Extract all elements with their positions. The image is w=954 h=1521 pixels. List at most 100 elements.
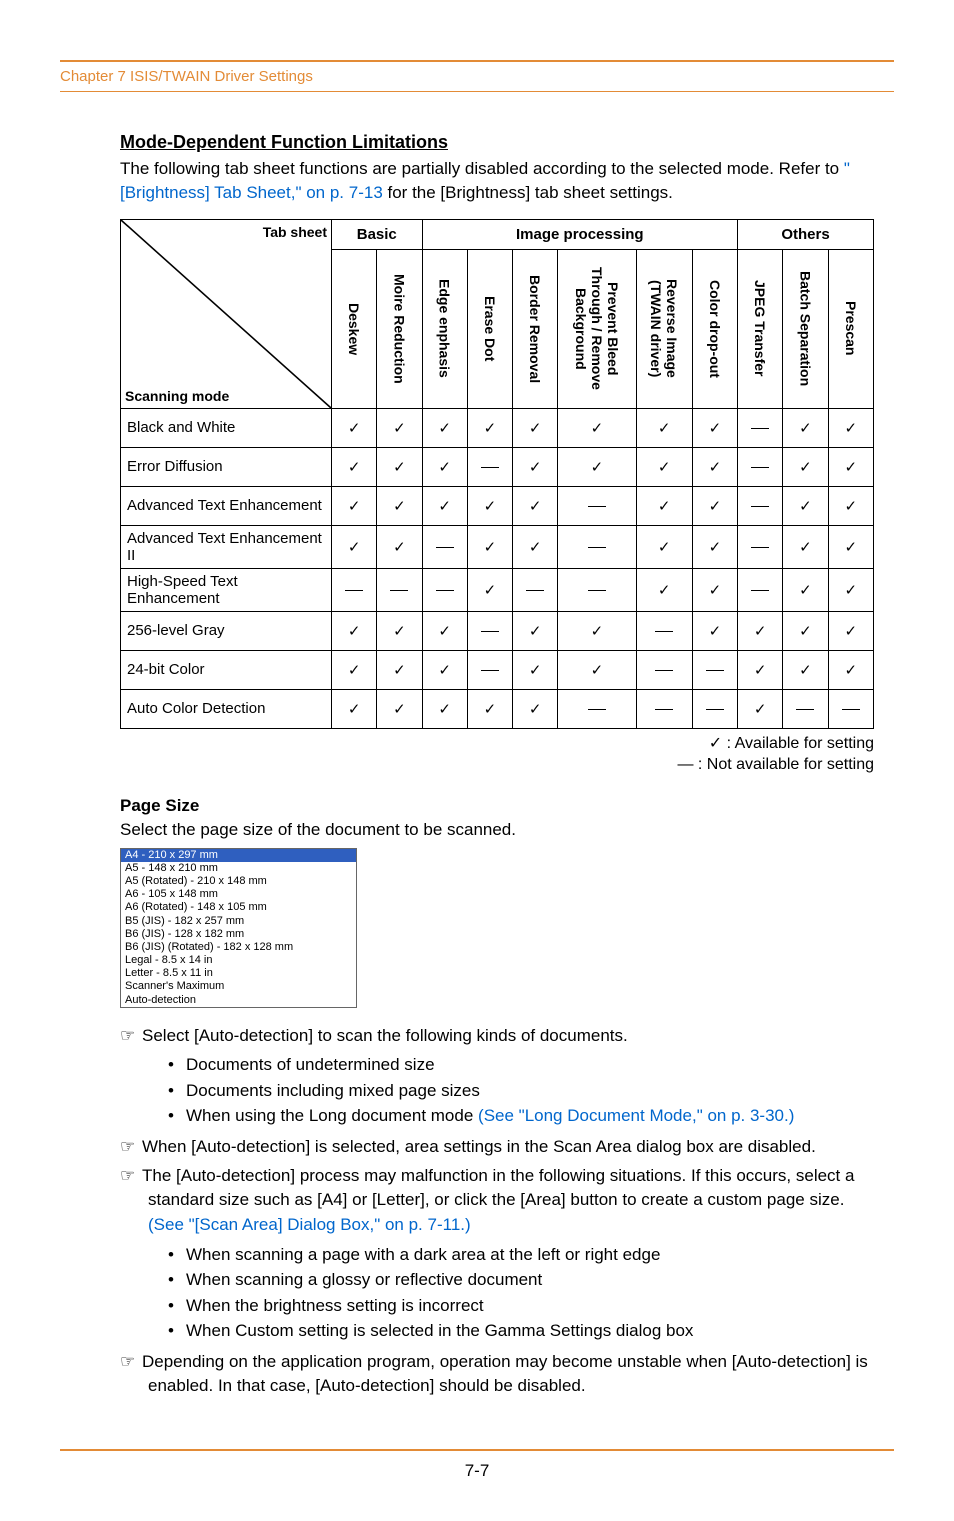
row-label: Advanced Text Enhancement II (121, 525, 332, 568)
matrix-cell: ✓ (783, 486, 828, 525)
column-header: Edge enphasis (422, 249, 467, 408)
function-matrix-table: Tab sheet Scanning mode Basic Image proc… (120, 219, 874, 729)
matrix-cell (513, 568, 558, 611)
matrix-cell (692, 689, 737, 728)
matrix-cell: ✓ (422, 689, 467, 728)
matrix-cell: ✓ (783, 525, 828, 568)
column-header: Prescan (828, 249, 873, 408)
page-size-option: A6 (Rotated) - 148 x 105 mm (121, 901, 356, 914)
page-size-option: Scanner's Maximum (121, 980, 356, 993)
row-label: Advanced Text Enhancement (121, 486, 332, 525)
matrix-cell: ✓ (636, 486, 692, 525)
matrix-cell: ✓ (377, 486, 422, 525)
pointer-icon: ☞ (120, 1164, 142, 1189)
note-1-bullets: Documents of undetermined size Documents… (168, 1052, 874, 1129)
col-group-image: Image processing (422, 219, 738, 249)
bullet: When the brightness setting is incorrect (168, 1293, 874, 1319)
matrix-cell (377, 568, 422, 611)
bullet: Documents including mixed page sizes (168, 1078, 874, 1104)
matrix-cell: ✓ (692, 408, 737, 447)
bullet-text: When using the Long document mode (186, 1106, 478, 1125)
matrix-cell: ✓ (636, 568, 692, 611)
table-legend: ✓ : Available for setting — : Not availa… (120, 733, 874, 776)
page-size-option: B5 (JIS) - 182 x 257 mm (121, 915, 356, 928)
matrix-cell: ✓ (783, 568, 828, 611)
page-size-option: Letter - 8.5 x 11 in (121, 967, 356, 980)
matrix-cell: ✓ (422, 408, 467, 447)
note-3-text: The [Auto-detection] process may malfunc… (142, 1166, 854, 1210)
legend-available: ✓ : Available for setting (120, 733, 874, 755)
matrix-cell: ✓ (783, 650, 828, 689)
column-header: Erase Dot (467, 249, 512, 408)
corner-bottom-label: Scanning mode (125, 388, 229, 404)
column-header: Border Removal (513, 249, 558, 408)
matrix-cell: ✓ (377, 689, 422, 728)
table-row: Advanced Text Enhancement✓✓✓✓✓✓✓✓✓ (121, 486, 874, 525)
table-row: Auto Color Detection✓✓✓✓✓✓ (121, 689, 874, 728)
matrix-cell: ✓ (692, 568, 737, 611)
page-size-option: Legal - 8.5 x 14 in (121, 954, 356, 967)
matrix-cell (467, 611, 512, 650)
matrix-cell: ✓ (828, 568, 873, 611)
matrix-cell: ✓ (422, 650, 467, 689)
page-size-option: A6 - 105 x 148 mm (121, 888, 356, 901)
matrix-cell (738, 568, 783, 611)
page-size-listbox: A4 - 210 x 297 mmA5 - 148 x 210 mmA5 (Ro… (120, 848, 357, 1008)
matrix-cell: ✓ (783, 611, 828, 650)
page-size-option: A5 - 148 x 210 mm (121, 862, 356, 875)
matrix-cell: ✓ (513, 486, 558, 525)
note-1: ☞Select [Auto-detection] to scan the fol… (120, 1024, 874, 1049)
matrix-cell: ✓ (692, 486, 737, 525)
row-label: 256-level Gray (121, 611, 332, 650)
column-header: Prevent Bleed Through / Remove Backgroun… (558, 249, 636, 408)
matrix-cell: ✓ (422, 486, 467, 525)
matrix-cell: ✓ (377, 447, 422, 486)
pointer-icon: ☞ (120, 1135, 142, 1160)
column-header: Reverse Image (TWAIN driver) (636, 249, 692, 408)
bullet: When scanning a page with a dark area at… (168, 1242, 874, 1268)
table-row: Black and White✓✓✓✓✓✓✓✓✓✓ (121, 408, 874, 447)
matrix-cell (636, 650, 692, 689)
matrix-cell: ✓ (332, 486, 377, 525)
table-row: 256-level Gray✓✓✓✓✓✓✓✓✓ (121, 611, 874, 650)
table-row: High-Speed Text Enhancement✓✓✓✓✓ (121, 568, 874, 611)
row-label: High-Speed Text Enhancement (121, 568, 332, 611)
page-size-option: B6 (JIS) (Rotated) - 182 x 128 mm (121, 941, 356, 954)
col-group-others: Others (738, 219, 874, 249)
matrix-cell: ✓ (513, 447, 558, 486)
matrix-cell: ✓ (467, 408, 512, 447)
note-3: ☞The [Auto-detection] process may malfun… (120, 1164, 874, 1238)
matrix-cell (422, 525, 467, 568)
table-row: Error Diffusion✓✓✓✓✓✓✓✓✓ (121, 447, 874, 486)
page-number: 7-7 (60, 1449, 894, 1481)
matrix-cell: ✓ (828, 408, 873, 447)
matrix-cell: ✓ (332, 689, 377, 728)
matrix-cell (783, 689, 828, 728)
matrix-cell: ✓ (558, 408, 636, 447)
matrix-cell: ✓ (558, 650, 636, 689)
page-size-desc: Select the page size of the document to … (120, 818, 874, 842)
bullet: When scanning a glossy or reflective doc… (168, 1267, 874, 1293)
matrix-cell: ✓ (377, 650, 422, 689)
matrix-cell: ✓ (422, 447, 467, 486)
column-header: Batch Separation (783, 249, 828, 408)
matrix-cell: ✓ (332, 447, 377, 486)
scan-area-link[interactable]: (See "[Scan Area] Dialog Box," on p. 7-1… (148, 1215, 471, 1234)
matrix-cell: ✓ (377, 408, 422, 447)
long-doc-link[interactable]: (See "Long Document Mode," on p. 3-30.) (478, 1106, 794, 1125)
matrix-cell (558, 525, 636, 568)
note-3-bullets: When scanning a page with a dark area at… (168, 1242, 874, 1344)
matrix-cell (558, 689, 636, 728)
matrix-cell: ✓ (513, 408, 558, 447)
matrix-cell (692, 650, 737, 689)
matrix-cell (636, 611, 692, 650)
matrix-cell: ✓ (422, 611, 467, 650)
matrix-cell: ✓ (332, 611, 377, 650)
matrix-cell (558, 568, 636, 611)
bullet: Documents of undetermined size (168, 1052, 874, 1078)
matrix-cell (738, 486, 783, 525)
table-row: 24-bit Color✓✓✓✓✓✓✓✓ (121, 650, 874, 689)
matrix-cell (467, 447, 512, 486)
matrix-cell: ✓ (377, 525, 422, 568)
matrix-cell: ✓ (558, 611, 636, 650)
